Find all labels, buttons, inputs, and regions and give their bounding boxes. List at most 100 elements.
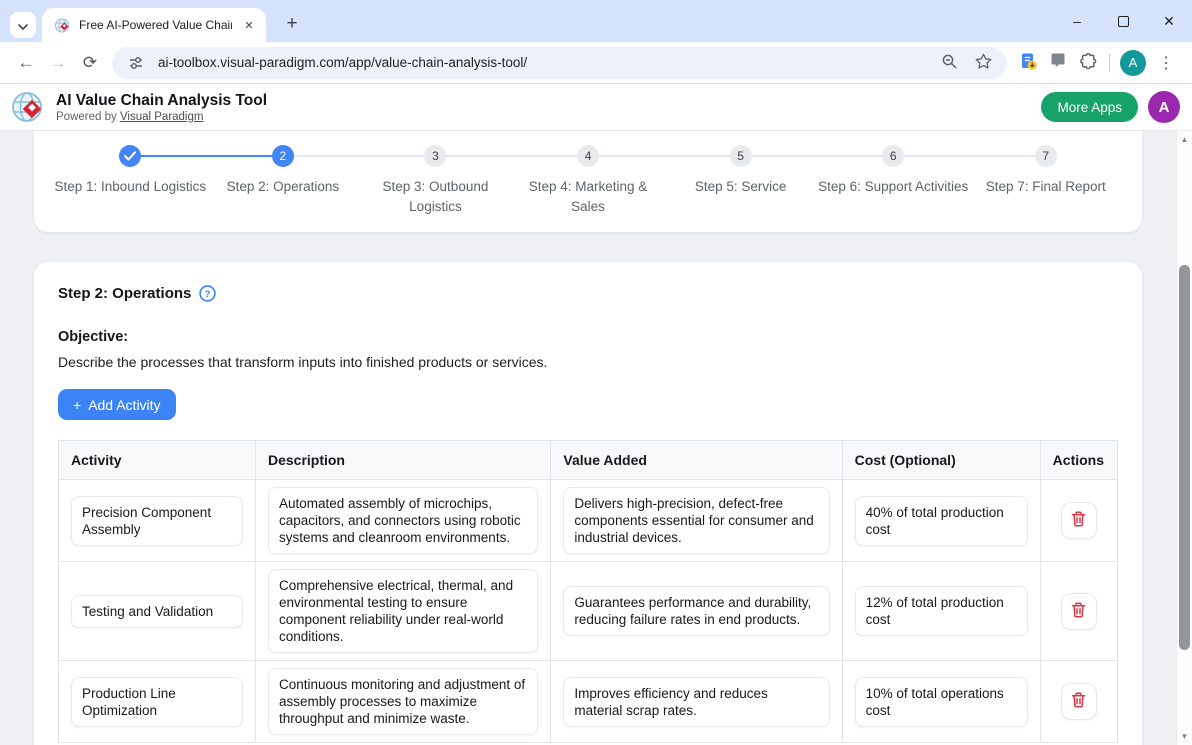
description-input[interactable]: Automated assembly of microchips, capaci…	[268, 487, 538, 554]
favicon-globe-icon	[54, 17, 71, 34]
close-window-button[interactable]: ✕	[1146, 0, 1192, 42]
plus-icon: +	[286, 13, 297, 35]
back-button[interactable]: ←	[10, 47, 42, 79]
browser-profile-avatar[interactable]: A	[1120, 50, 1146, 76]
stepper-step[interactable]: 2 Step 2: Operations	[207, 144, 360, 218]
scrollbar-thumb[interactable]	[1179, 265, 1190, 650]
activity-input[interactable]: Testing and Validation	[71, 595, 243, 628]
description-input[interactable]: Comprehensive electrical, thermal, and e…	[268, 569, 538, 653]
column-header-value-added: Value Added	[551, 441, 842, 480]
zoom-out-page-button[interactable]	[937, 51, 961, 75]
step-connector-line	[446, 155, 511, 157]
browser-toolbar: ← → ⟳ ai-toolbox.visual-paradigm.com/app…	[0, 42, 1192, 84]
add-activity-label: Add Activity	[88, 397, 160, 413]
step-circle: 4	[577, 145, 599, 167]
cost-input[interactable]: 40% of total production cost	[855, 496, 1028, 546]
tab-close-button[interactable]: ✕	[240, 16, 258, 34]
stepper-step[interactable]: 7 Step 7: Final Report	[969, 144, 1122, 218]
step-track: 4	[512, 144, 665, 168]
star-icon	[975, 53, 992, 73]
table-header-row: Activity Description Value Added Cost (O…	[59, 441, 1118, 480]
step-track: 3	[359, 144, 512, 168]
tab-search-button[interactable]	[10, 12, 36, 38]
trash-icon	[1071, 511, 1086, 530]
step-track: 1	[54, 144, 207, 168]
tab-title: Free AI-Powered Value Chain An	[79, 18, 232, 32]
delete-activity-button[interactable]	[1061, 502, 1097, 539]
step-circle: 2	[272, 145, 294, 167]
help-button[interactable]: ?	[199, 285, 216, 302]
stepper-step[interactable]: 5 Step 5: Service	[664, 144, 817, 218]
step-number: 3	[432, 149, 439, 163]
activity-input[interactable]: Production Line Optimization	[71, 677, 243, 727]
step-number: 6	[890, 149, 897, 163]
stepper-step[interactable]: 1 Step 1: Inbound Logistics	[54, 144, 207, 218]
delete-activity-button[interactable]	[1061, 683, 1097, 720]
description-input[interactable]: Continuous monitoring and adjustment of …	[268, 668, 538, 735]
add-activity-button[interactable]: + Add Activity	[58, 389, 176, 420]
value-added-input[interactable]: Guarantees performance and durability, r…	[563, 586, 829, 636]
step-connector-line	[664, 155, 729, 157]
step-label: Step 2: Operations	[227, 177, 340, 197]
browser-menu-button[interactable]: ⋮	[1150, 47, 1182, 79]
step-circle: 1	[119, 145, 141, 167]
close-icon: ✕	[244, 19, 253, 32]
avatar-letter: A	[1129, 55, 1138, 70]
minimize-button[interactable]: –	[1054, 0, 1100, 42]
delete-activity-button[interactable]	[1061, 593, 1097, 630]
scroll-down-arrow[interactable]: ▼	[1177, 732, 1192, 741]
blue-document-download-icon	[1019, 52, 1038, 74]
value-added-input[interactable]: Delivers high-precision, defect-free com…	[563, 487, 829, 554]
chevron-down-icon	[18, 18, 28, 33]
forward-arrow-icon: →	[50, 53, 67, 73]
stepper-step[interactable]: 4 Step 4: Marketing & Sales	[512, 144, 665, 218]
step-connector-line	[752, 155, 817, 157]
stepper-step[interactable]: 3 Step 3: Outbound Logistics	[359, 144, 512, 218]
step-connector-line	[512, 155, 577, 157]
svg-text:?: ?	[205, 289, 211, 300]
url-text[interactable]: ai-toolbox.visual-paradigm.com/app/value…	[158, 55, 927, 70]
avatar-letter: A	[1159, 99, 1170, 116]
value-added-input[interactable]: Improves efficiency and reduces material…	[563, 677, 829, 727]
step-label: Step 4: Marketing & Sales	[512, 177, 665, 218]
step-label: Step 5: Service	[695, 177, 787, 197]
magnifier-minus-icon	[941, 53, 958, 73]
new-tab-button[interactable]: +	[278, 10, 306, 38]
maximize-button[interactable]	[1100, 0, 1146, 42]
step-number: 2	[280, 149, 287, 163]
scroll-up-arrow[interactable]: ▲	[1177, 135, 1192, 144]
site-settings-icon[interactable]	[124, 51, 148, 75]
visual-paradigm-link[interactable]: Visual Paradigm	[120, 111, 204, 123]
back-arrow-icon: ←	[18, 53, 35, 73]
step-label: Step 6: Support Activities	[818, 177, 968, 197]
plus-icon: +	[73, 397, 81, 413]
more-apps-button[interactable]: More Apps	[1041, 92, 1138, 122]
step-number: 7	[1042, 149, 1049, 163]
extensions-button[interactable]	[1073, 48, 1103, 78]
puzzle-icon	[1079, 52, 1097, 73]
page-content: 1 Step 1: Inbound Logistics	[0, 131, 1176, 745]
header-right: More Apps A	[1041, 91, 1180, 123]
step-connector-line	[359, 155, 424, 157]
bookmark-button[interactable]	[971, 51, 995, 75]
app-header: AI Value Chain Analysis Tool Powered by …	[0, 84, 1192, 131]
browser-titlebar: Free AI-Powered Value Chain An ✕ + – ✕	[0, 0, 1192, 42]
browser-tab[interactable]: Free AI-Powered Value Chain An ✕	[42, 8, 266, 42]
activity-input[interactable]: Precision Component Assembly	[71, 496, 243, 546]
reload-button[interactable]: ⟳	[74, 47, 106, 79]
step-track: 6	[817, 144, 970, 168]
address-bar[interactable]: ai-toolbox.visual-paradigm.com/app/value…	[112, 47, 1007, 79]
stepper-card: 1 Step 1: Inbound Logistics	[34, 131, 1142, 232]
cost-input[interactable]: 12% of total production cost	[855, 586, 1028, 636]
browser-window: Free AI-Powered Value Chain An ✕ + – ✕ ←…	[0, 0, 1192, 745]
cost-input[interactable]: 10% of total operations cost	[855, 677, 1028, 727]
minimize-icon: –	[1073, 13, 1081, 29]
forward-button[interactable]: →	[42, 47, 74, 79]
stepper-step[interactable]: 6 Step 6: Support Activities	[817, 144, 970, 218]
translate-doc-extension-button[interactable]	[1013, 48, 1043, 78]
objective-text: Describe the processes that transform in…	[58, 354, 1118, 370]
feedback-extension-button[interactable]	[1043, 48, 1073, 78]
account-avatar[interactable]: A	[1148, 91, 1180, 123]
column-header-actions: Actions	[1040, 441, 1117, 480]
column-header-description: Description	[255, 441, 550, 480]
